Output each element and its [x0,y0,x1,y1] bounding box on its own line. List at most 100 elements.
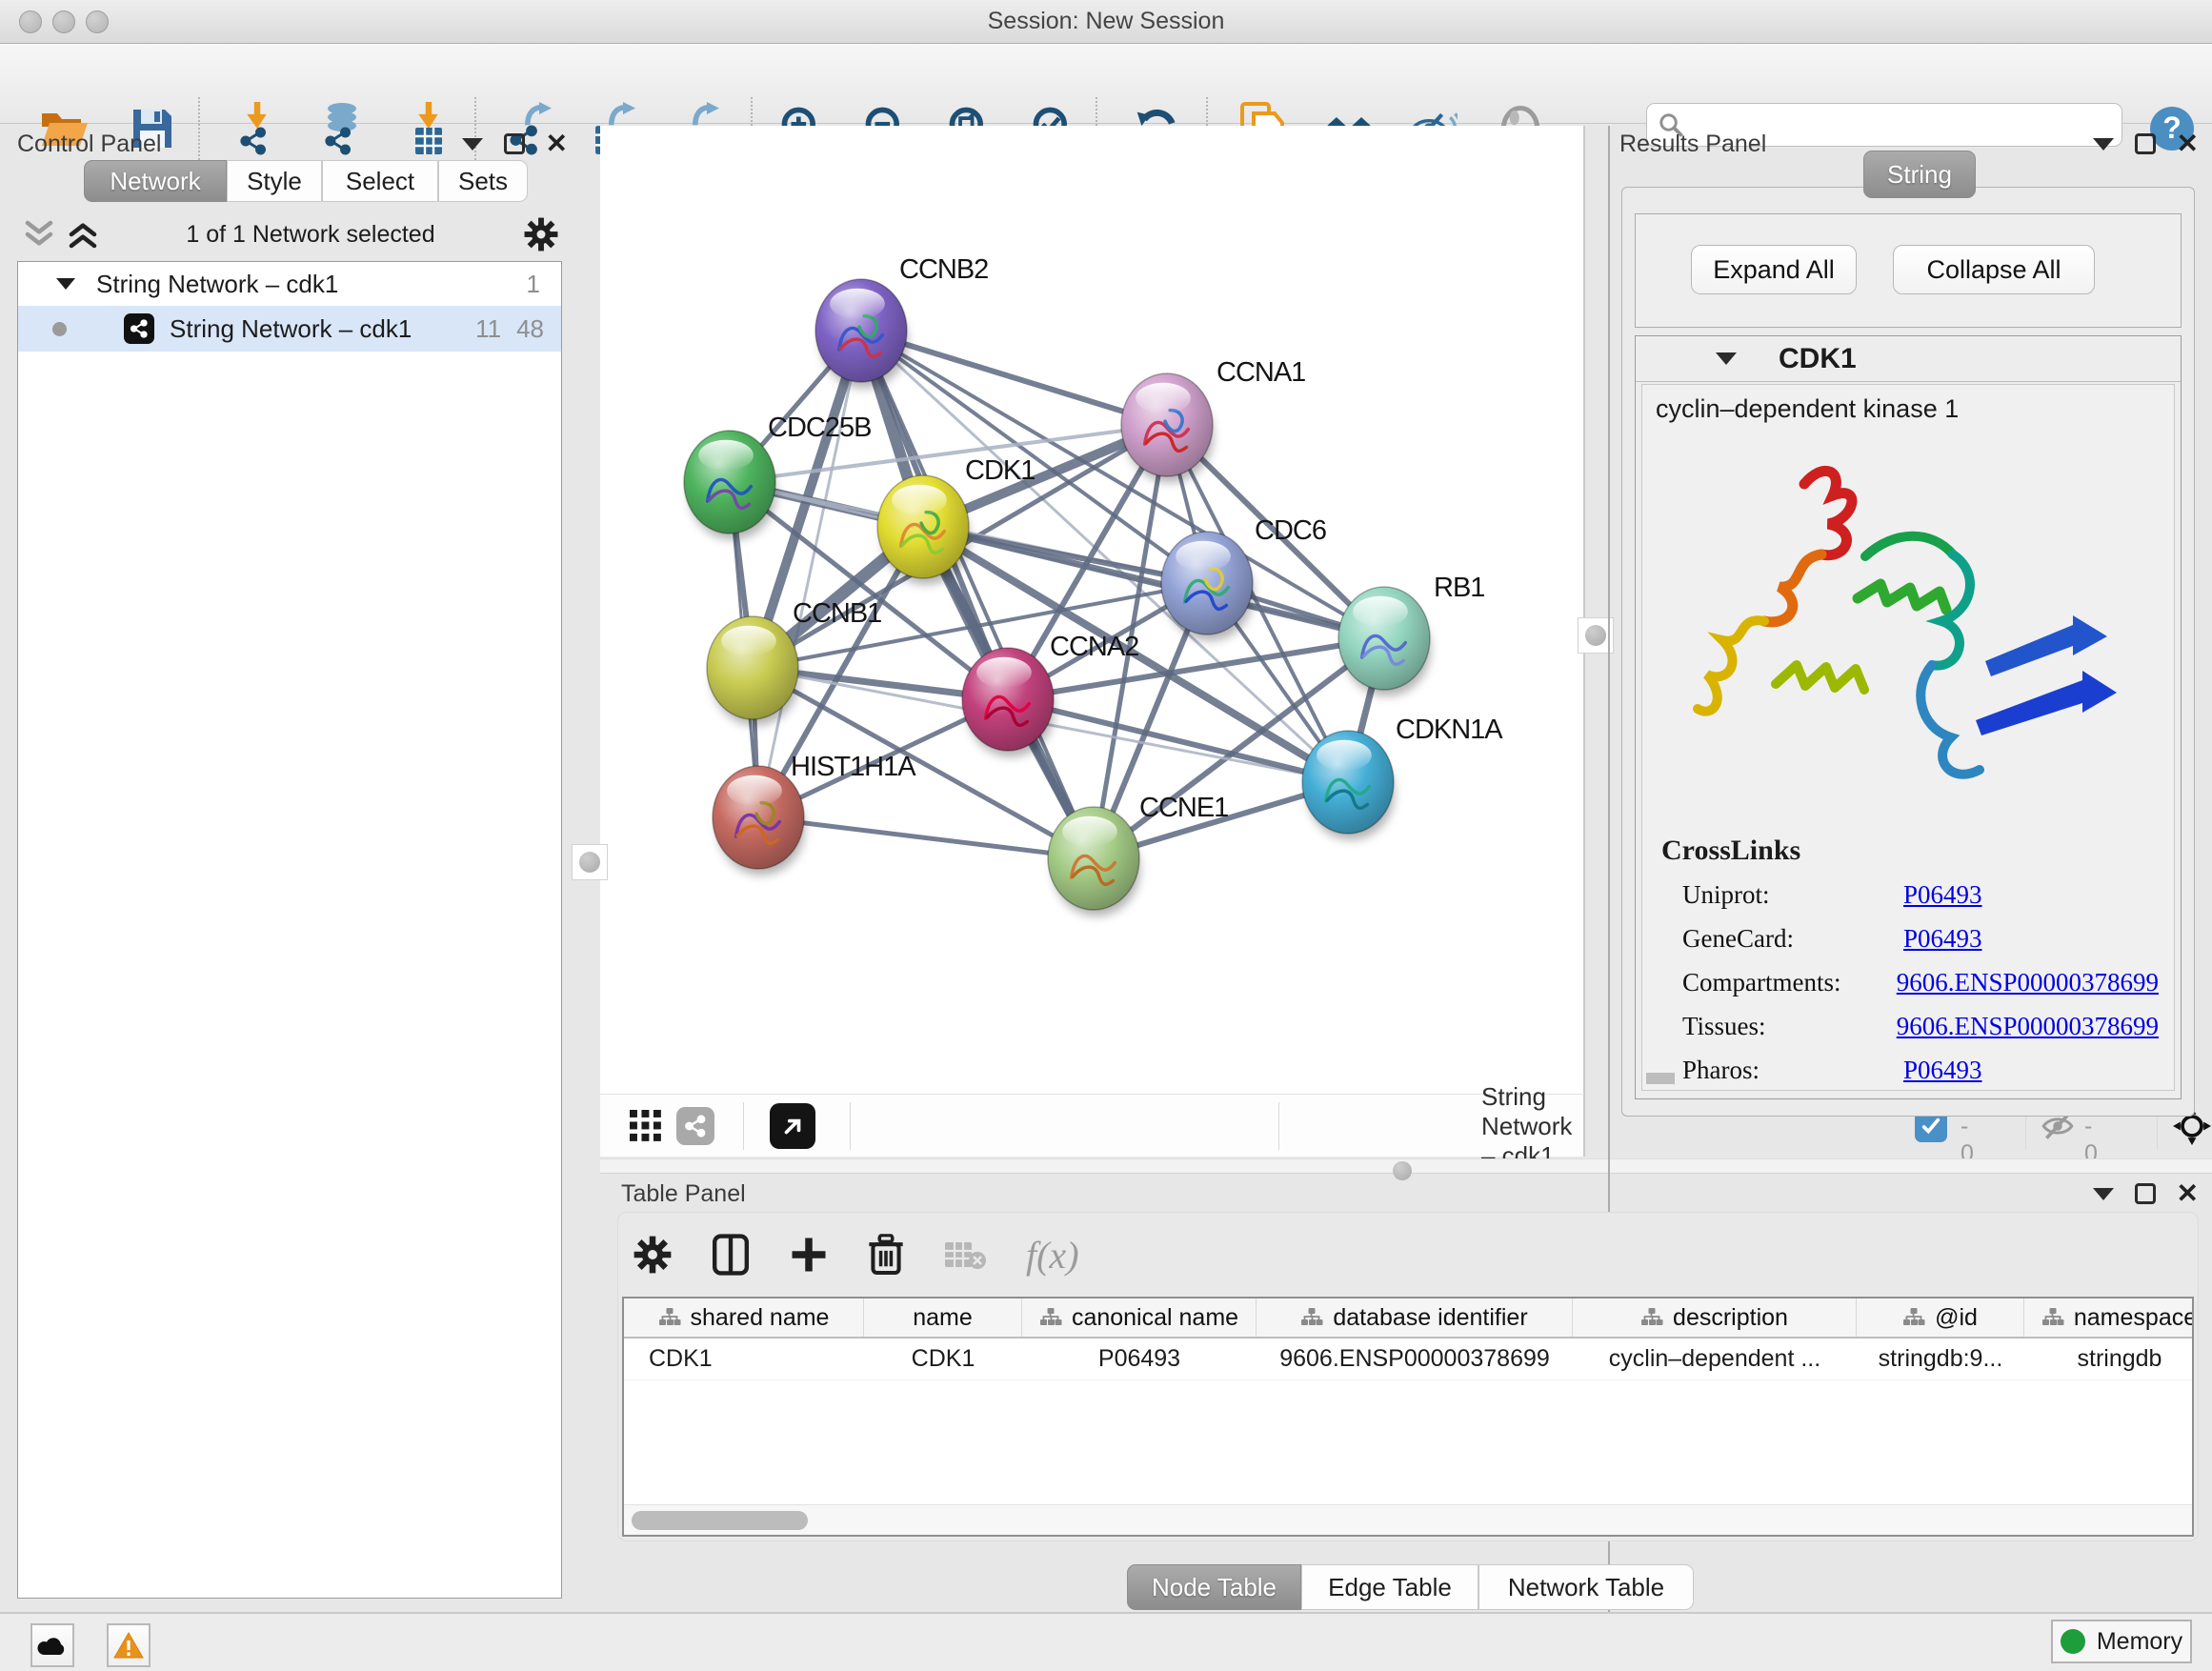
panel-float-icon[interactable] [2135,1183,2156,1204]
panel-menu-icon[interactable] [2093,138,2114,151]
crosslink-row: GeneCard:P06493 [1682,916,2159,960]
column-header-database-identifier[interactable]: database identifier [1257,1299,1573,1337]
column-header-name[interactable]: name [864,1299,1022,1337]
tab-node-table[interactable]: Node Table [1127,1564,1301,1610]
network-edge-count: 48 [516,314,544,344]
column-header-namespace[interactable]: namespace [2024,1299,2194,1337]
collapse-all-button[interactable]: Collapse All [1893,245,2095,294]
panel-float-icon[interactable] [2135,133,2156,154]
minimize-window-button[interactable] [52,10,75,33]
crosslink-link[interactable]: P06493 [1903,1056,1982,1085]
tab-sets[interactable]: Sets [438,160,528,202]
network-canvas[interactable]: CCNB2CCNA1CDC25BCDK1CDC6RB1CCNB1CCNA2CDK… [600,126,1585,1094]
tab-edge-table[interactable]: Edge Table [1301,1564,1478,1610]
column-header--id[interactable]: @id [1857,1299,2024,1337]
window-controls [19,10,109,33]
panel-close-icon[interactable]: ✕ [2177,1183,2199,1204]
show-columns-icon[interactable] [712,1234,750,1276]
table-cell[interactable]: stringdb [2024,1339,2194,1379]
crosslink-link[interactable]: 9606.ENSP00000378699 [1897,968,2159,997]
close-window-button[interactable] [19,10,42,33]
memory-button[interactable]: Memory [2051,1620,2192,1663]
gene-card-body: cyclin–dependent kinase 1 CrossLinks Uni… [1641,384,2175,1091]
table-cell[interactable]: stringdb:9... [1857,1339,2024,1379]
table-toolbar: f(x) [633,1224,1079,1285]
collection-caret-icon[interactable] [56,278,75,290]
table-row[interactable]: CDK1CDK1P064939606.ENSP00000378699cyclin… [624,1339,2192,1380]
node-CCNA1[interactable] [1121,373,1214,483]
gene-description: cyclin–dependent kinase 1 [1656,394,1959,424]
cloud-status-button[interactable] [30,1623,74,1667]
gene-name: CDK1 [1779,343,1857,375]
node-CCNB2[interactable] [815,279,908,389]
delete-table-icon[interactable] [944,1238,986,1271]
column-header-description[interactable]: description [1573,1299,1857,1337]
table-cell[interactable]: CDK1 [624,1339,864,1379]
scrollbar-thumb[interactable] [632,1511,808,1530]
table-panel-header: Table Panel ✕ [621,1178,2199,1210]
panel-float-icon[interactable] [504,133,525,154]
node-CDKN1A[interactable] [1302,731,1395,840]
node-label-CDC6: CDC6 [1255,515,1326,546]
node-HIST1H1A[interactable] [713,766,805,876]
crosslink-link[interactable]: 9606.ENSP00000378699 [1897,1012,2159,1041]
network-collection-row[interactable]: String Network – cdk1 1 [18,262,561,306]
tab-network-table[interactable]: Network Table [1478,1564,1694,1610]
function-builder-icon[interactable]: f(x) [1026,1233,1079,1278]
status-bar: Memory [0,1612,2212,1671]
delete-column-icon[interactable] [868,1234,904,1276]
column-header-canonical-name[interactable]: canonical name [1022,1299,1257,1337]
table-cell[interactable]: CDK1 [864,1339,1022,1379]
node-label-HIST1H1A: HIST1H1A [791,752,916,782]
tab-string[interactable]: String [1863,151,1976,198]
expand-all-icon[interactable] [69,219,97,250]
warning-icon [113,1632,144,1659]
gene-card-header[interactable]: CDK1 [1636,336,2181,382]
node-label-RB1: RB1 [1434,573,1484,603]
table-settings-gear-icon[interactable] [633,1236,672,1274]
expand-all-button[interactable]: Expand All [1691,245,1857,294]
window-title: Session: New Session [988,8,1225,35]
node-RB1[interactable] [1338,587,1431,696]
left-splitter-grip[interactable] [572,844,608,880]
table-cell[interactable]: P06493 [1022,1339,1257,1379]
node-CCNE1[interactable] [1048,807,1140,916]
node-label-CCNA2: CCNA2 [1050,632,1138,662]
gear-icon[interactable] [524,217,558,252]
crosslink-label: GeneCard: [1682,924,1903,954]
node-CCNB1[interactable] [707,616,799,726]
tab-style[interactable]: Style [227,160,322,202]
column-header-shared-name[interactable]: shared name [624,1299,864,1337]
tab-select[interactable]: Select [322,160,438,202]
node-CDC25B[interactable] [684,431,776,540]
panel-close-icon[interactable]: ✕ [546,133,568,154]
node-table-rows: CDK1CDK1P064939606.ENSP00000378699cyclin… [624,1339,2192,1380]
node-CCNA2[interactable] [962,648,1055,757]
add-column-icon[interactable] [790,1236,828,1274]
network-type-button[interactable] [671,1098,720,1154]
open-in-window-button[interactable] [764,1097,821,1156]
table-cell[interactable]: cyclin–dependent ... [1573,1339,1857,1379]
tree-column-icon [1640,1306,1663,1329]
node-CDC6[interactable] [1161,532,1254,641]
edge-HIST1H1A-CCNE1[interactable] [758,817,1094,858]
warnings-button[interactable] [107,1623,151,1667]
panel-menu-icon[interactable] [462,138,483,151]
card-scrollbar-stub[interactable] [1646,1073,1675,1084]
birdseye-toggle-button[interactable] [621,1098,671,1154]
zoom-window-button[interactable] [86,10,109,33]
node-CDK1[interactable] [877,475,970,585]
collapse-all-icon[interactable] [25,219,53,250]
gene-collapse-icon[interactable] [1716,352,1737,365]
table-horizontal-scrollbar[interactable] [624,1504,2192,1535]
tab-network[interactable]: Network [84,160,227,202]
crosslink-link[interactable]: P06493 [1903,880,1982,910]
network-row-selected[interactable]: String Network – cdk1 11 48 [18,306,561,352]
table-cell[interactable]: 9606.ENSP00000378699 [1257,1339,1573,1379]
crosslink-link[interactable]: P06493 [1903,924,1982,954]
protein-structure-image [1661,434,2157,825]
panel-close-icon[interactable]: ✕ [2177,133,2199,154]
tree-column-icon [1902,1306,1925,1329]
string-network-graph[interactable]: CCNB2CCNA1CDC25BCDK1CDC6RB1CCNB1CCNA2CDK… [600,126,1583,1092]
panel-menu-icon[interactable] [2093,1188,2114,1200]
